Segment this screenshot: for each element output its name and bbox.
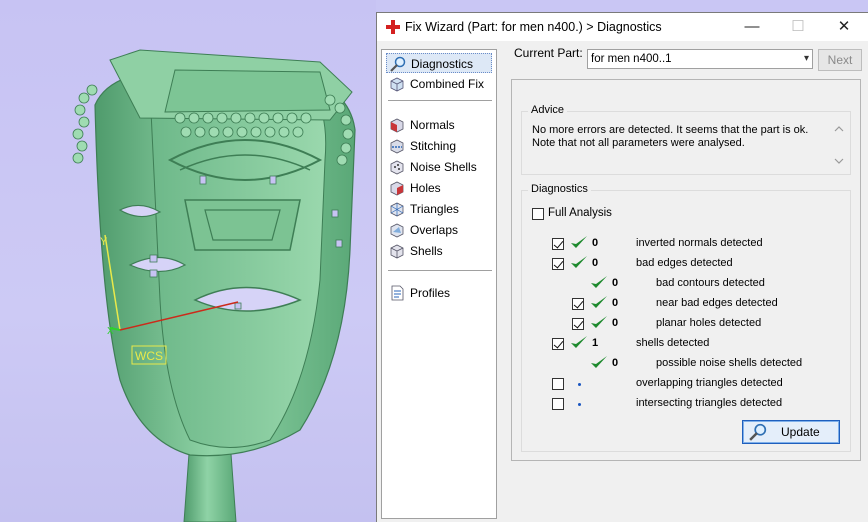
minimize-button[interactable]: — bbox=[729, 13, 775, 41]
advice-group: Advice No more errors are detected. It s… bbox=[521, 104, 851, 175]
magnifier-icon bbox=[390, 56, 406, 72]
advice-line-2: Note that not all parameters were analys… bbox=[532, 137, 745, 149]
full-analysis-label: Full Analysis bbox=[548, 207, 612, 219]
update-button-label: Update bbox=[781, 425, 820, 439]
row-checkbox[interactable] bbox=[552, 398, 564, 410]
row-count: 0 bbox=[612, 297, 619, 309]
nav-item-triangles[interactable]: Triangles bbox=[386, 199, 492, 219]
chevron-down-icon: ▾ bbox=[803, 53, 809, 64]
close-button[interactable]: ✕ bbox=[821, 13, 867, 41]
green-check-icon bbox=[591, 296, 607, 308]
row-checkbox[interactable] bbox=[552, 258, 564, 270]
nav-item-combined-fix[interactable]: Combined Fix bbox=[386, 74, 492, 94]
profiles-icon bbox=[391, 285, 404, 301]
nav-label: Normals bbox=[410, 118, 455, 132]
pending-dot-icon bbox=[578, 403, 581, 406]
advice-scrollbar[interactable] bbox=[832, 122, 846, 168]
row-checkbox[interactable] bbox=[552, 378, 564, 390]
nav-item-stitching[interactable]: Stitching bbox=[386, 136, 492, 156]
row-label: overlapping triangles detected bbox=[636, 377, 783, 389]
diagnostics-group-label: Diagnostics bbox=[528, 183, 591, 195]
green-check-icon bbox=[571, 256, 587, 268]
row-label: inverted normals detected bbox=[636, 237, 763, 249]
nav-label: Diagnostics bbox=[411, 57, 474, 71]
current-part-value: for men n400..1 bbox=[591, 53, 672, 65]
row-checkbox[interactable] bbox=[572, 318, 584, 330]
advice-line-1: No more errors are detected. It seems th… bbox=[532, 124, 809, 136]
nav-label: Stitching bbox=[410, 139, 457, 153]
pending-dot-icon bbox=[578, 383, 581, 386]
nav-item-noise-shells[interactable]: Noise Shells bbox=[386, 157, 492, 177]
row-label: bad edges detected bbox=[636, 257, 733, 269]
green-check-icon bbox=[591, 276, 607, 288]
shells-cube-icon bbox=[390, 244, 404, 259]
noise-shells-icon bbox=[390, 160, 404, 175]
diagnostics-panel: Advice No more errors are detected. It s… bbox=[511, 79, 861, 461]
green-check-icon bbox=[571, 236, 587, 248]
axis-y-label: Y bbox=[100, 236, 108, 248]
normals-cube-icon bbox=[390, 118, 404, 133]
row-label: near bad edges detected bbox=[656, 297, 778, 309]
nav-label: Combined Fix bbox=[410, 77, 485, 91]
green-check-icon bbox=[571, 336, 587, 348]
nav-label: Holes bbox=[410, 181, 441, 195]
row-label: possible noise shells detected bbox=[656, 357, 803, 369]
row-count: 0 bbox=[612, 277, 619, 289]
magnifier-icon bbox=[749, 423, 767, 441]
update-button[interactable]: Update bbox=[742, 420, 840, 444]
window-title: Fix Wizard (Part: for men n400.) > Diagn… bbox=[405, 20, 662, 34]
row-count: 0 bbox=[612, 357, 619, 369]
diagnostics-group: Diagnostics Full Analysis 0 inverted norm… bbox=[521, 183, 851, 452]
nav-label: Overlaps bbox=[410, 223, 459, 237]
nav-item-normals[interactable]: Normals bbox=[386, 115, 492, 135]
stitching-icon bbox=[390, 139, 404, 154]
nav-label: Noise Shells bbox=[410, 160, 477, 174]
wizard-navigation: Diagnostics Combined Fix Normals Stitchi… bbox=[381, 49, 497, 519]
triangles-icon bbox=[390, 202, 404, 217]
nav-item-holes[interactable]: Holes bbox=[386, 178, 492, 198]
green-check-icon bbox=[591, 316, 607, 328]
next-button[interactable]: Next bbox=[818, 49, 862, 71]
fix-wizard-window: Fix Wizard (Part: for men n400.) > Diagn… bbox=[376, 12, 868, 522]
row-checkbox[interactable] bbox=[552, 338, 564, 350]
app-red-cross-icon bbox=[386, 20, 400, 34]
wcs-label: WCS bbox=[135, 349, 163, 363]
overlaps-icon bbox=[390, 223, 404, 238]
row-checkbox[interactable] bbox=[552, 238, 564, 250]
ring-model-render: Y X WCS bbox=[72, 49, 356, 522]
nav-divider bbox=[388, 270, 492, 271]
row-label: shells detected bbox=[636, 337, 710, 349]
row-count: 0 bbox=[612, 317, 619, 329]
nav-item-overlaps[interactable]: Overlaps bbox=[386, 220, 492, 240]
row-count: 1 bbox=[592, 337, 599, 349]
axis-x-label: X bbox=[107, 326, 114, 337]
current-part-label: Current Part: bbox=[514, 46, 583, 60]
nav-item-profiles[interactable]: Profiles bbox=[386, 283, 492, 303]
row-label: bad contours detected bbox=[656, 277, 765, 289]
nav-label: Shells bbox=[410, 244, 443, 258]
current-part-select[interactable]: for men n400..1 ▾ bbox=[587, 49, 813, 69]
row-count: 0 bbox=[592, 237, 599, 249]
nav-item-diagnostics[interactable]: Diagnostics bbox=[386, 53, 492, 73]
row-label: intersecting triangles detected bbox=[636, 397, 783, 409]
nav-label: Profiles bbox=[410, 286, 451, 300]
maximize-button[interactable]: ☐ bbox=[775, 13, 821, 41]
title-bar[interactable]: Fix Wizard (Part: for men n400.) > Diagn… bbox=[377, 13, 868, 41]
advice-text: No more errors are detected. It seems th… bbox=[532, 124, 832, 166]
row-label: planar holes detected bbox=[656, 317, 762, 329]
nav-label: Triangles bbox=[410, 202, 459, 216]
nav-item-shells[interactable]: Shells bbox=[386, 241, 492, 261]
nav-divider bbox=[388, 100, 492, 101]
advice-group-label: Advice bbox=[528, 104, 568, 116]
holes-cube-icon bbox=[390, 181, 404, 196]
3d-viewport[interactable]: Y X WCS bbox=[0, 0, 376, 522]
full-analysis-checkbox[interactable] bbox=[532, 208, 544, 220]
row-count: 0 bbox=[592, 257, 599, 269]
green-check-icon bbox=[591, 356, 607, 368]
row-checkbox[interactable] bbox=[572, 298, 584, 310]
cube-icon bbox=[390, 77, 404, 92]
